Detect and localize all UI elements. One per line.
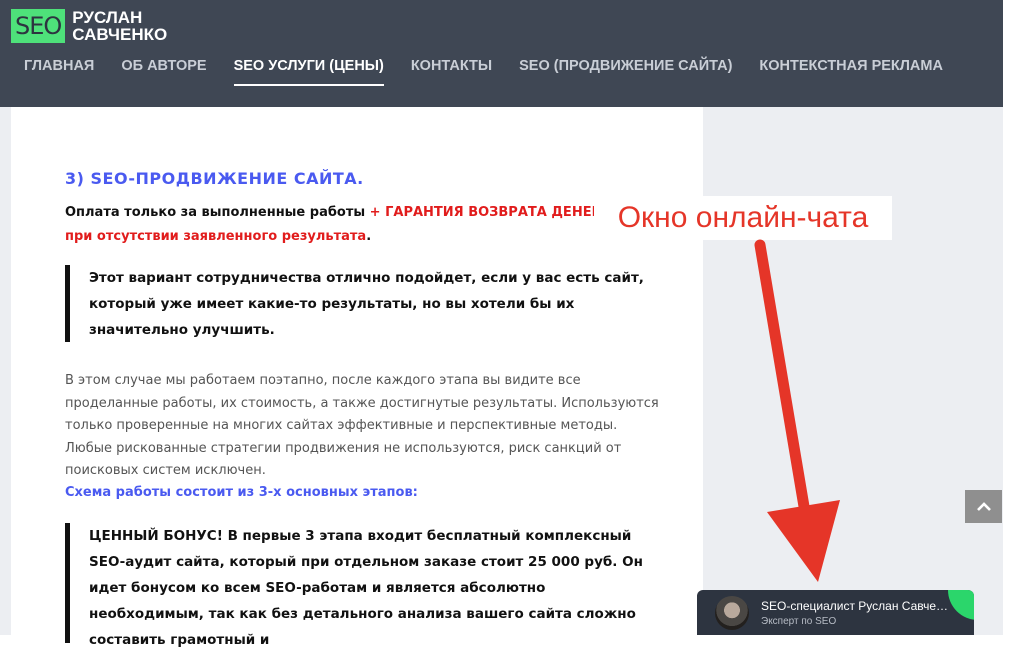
nav-context-ads[interactable]: КОНТЕКСТНАЯ РЕКЛАМА	[759, 58, 943, 86]
chat-agent-name: SEO-специалист Руслан Савченко	[761, 599, 953, 613]
chat-agent-subtitle: Эксперт по SEO	[761, 616, 837, 627]
avatar	[715, 596, 749, 630]
section-title: 3) SEO-ПРОДВИЖЕНИЕ САЙТА.	[65, 169, 364, 188]
chat-widget[interactable]: SEO-специалист Руслан Савченко Эксперт п…	[697, 590, 974, 635]
nav-seo-services[interactable]: SEO УСЛУГИ (ЦЕНЫ)	[233, 58, 384, 86]
body-paragraph: В этом случае мы работаем поэтапно, посл…	[65, 373, 659, 478]
right-gutter	[1003, 0, 1024, 647]
online-indicator	[948, 590, 974, 620]
nav-about[interactable]: ОБ АВТОРЕ	[121, 58, 206, 86]
chevron-up-icon	[976, 501, 991, 511]
bonus-quote: ЦЕННЫЙ БОНУС! В первые 3 этапа входит бе…	[65, 523, 655, 647]
logo-line-1: РУСЛАН	[72, 8, 143, 27]
stages-heading: Схема работы состоит из 3-х основных эта…	[65, 485, 418, 500]
logo-name: РУСЛАН САВЧЕНКО	[72, 9, 167, 43]
logo-badge: SEO	[11, 9, 66, 43]
logo-line-2: САВЧЕНКО	[72, 25, 168, 44]
payment-plus: +	[365, 205, 386, 220]
site-logo[interactable]: SEO РУСЛАН САВЧЕНКО	[11, 9, 167, 43]
payment-text: Оплата только за выполненные работы	[65, 205, 366, 220]
nav-seo-promotion[interactable]: SEO (ПРОДВИЖЕНИЕ САЙТА)	[519, 58, 732, 86]
highlight-quote-1: Этот вариант сотрудничества отлично подо…	[65, 265, 655, 342]
nav-home[interactable]: ГЛАВНАЯ	[24, 58, 94, 86]
main-nav: ГЛАВНАЯ ОБ АВТОРЕ SEO УСЛУГИ (ЦЕНЫ) КОНТ…	[24, 58, 970, 86]
annotation-label: Окно онлайн-чата	[594, 196, 892, 240]
scroll-top-button[interactable]	[965, 490, 1002, 523]
payment-terms: Оплата только за выполненные работы + ГА…	[65, 201, 605, 249]
site-header: SEO РУСЛАН САВЧЕНКО ГЛАВНАЯ ОБ АВТОРЕ SE…	[0, 0, 1003, 107]
nav-contacts[interactable]: КОНТАКТЫ	[411, 58, 492, 86]
payment-end: .	[366, 229, 372, 244]
